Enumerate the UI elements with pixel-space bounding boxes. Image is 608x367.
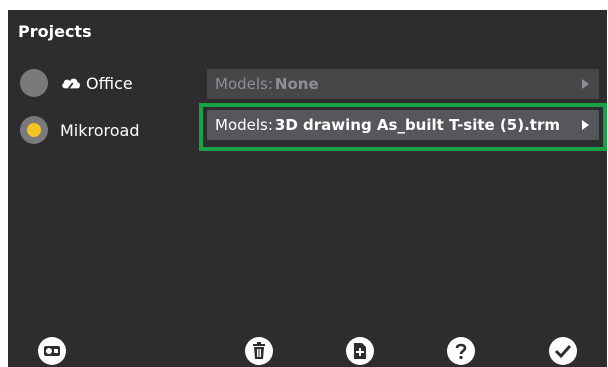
help-button[interactable]: [447, 337, 475, 365]
project-item-mikroroad[interactable]: Mikroroad: [20, 114, 140, 146]
project-radio-mikroroad[interactable]: [20, 116, 48, 144]
confirm-button[interactable]: [549, 337, 577, 365]
delete-button[interactable]: [245, 337, 273, 365]
models-prefix: Models:: [215, 75, 273, 93]
projector-button[interactable]: [38, 337, 66, 365]
models-selector-mikroroad[interactable]: Models: 3D drawing As_built T-site (5).t…: [207, 110, 599, 140]
confirm-check-icon: [554, 344, 572, 359]
models-prefix: Models:: [215, 116, 273, 134]
project-item-office[interactable]: Office: [20, 67, 133, 99]
models-selector-office[interactable]: Models: None: [207, 69, 599, 99]
models-value: None: [274, 75, 319, 93]
projector-icon: [44, 346, 60, 356]
arrow-right-icon: [582, 79, 589, 89]
models-value: 3D drawing As_built T-site (5).trm: [274, 116, 560, 134]
page-title: Projects: [18, 22, 92, 41]
radio-selected-dot: [27, 123, 41, 137]
delete-icon: [253, 342, 265, 359]
projects-screen: Projects Office Mikroroad Models: None M…: [8, 10, 607, 367]
help-icon: [455, 343, 467, 360]
new-file-icon: [354, 343, 366, 359]
cloud-icon: [62, 78, 80, 91]
project-label-mikroroad: Mikroroad: [60, 120, 140, 140]
project-label-office: Office: [86, 73, 133, 93]
arrow-right-icon: [582, 120, 589, 130]
new-file-button[interactable]: [346, 337, 374, 365]
project-radio-office[interactable]: [20, 69, 48, 97]
